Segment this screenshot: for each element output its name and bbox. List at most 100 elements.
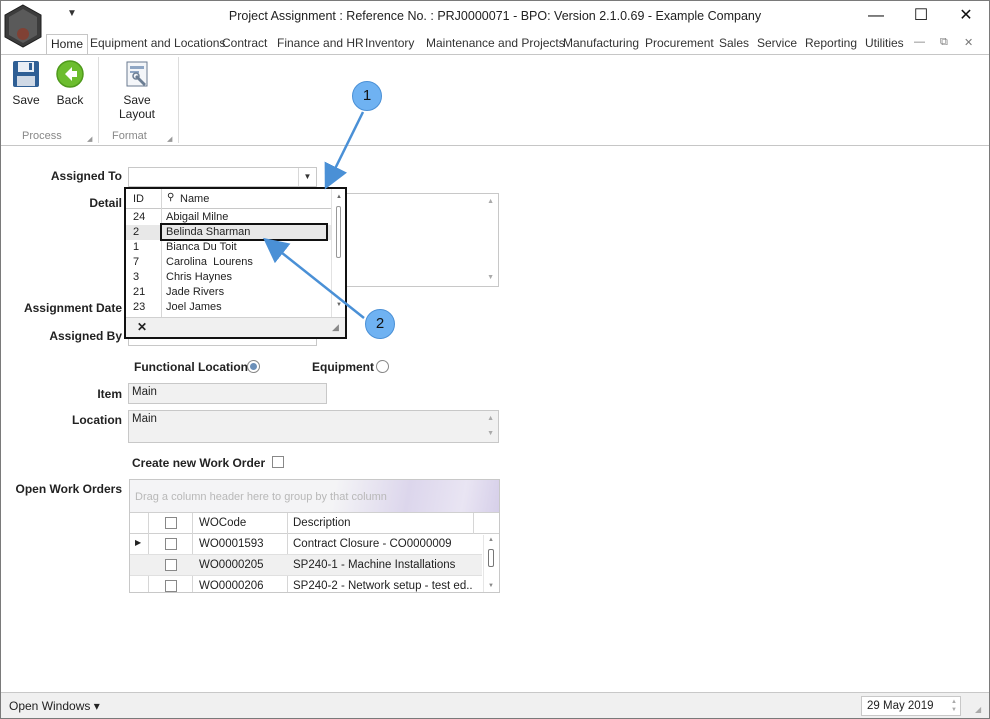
dropdown-id-cell: 3 bbox=[133, 271, 140, 283]
wocode-cell: WO0000205 bbox=[199, 559, 264, 571]
tab-service[interactable]: Service bbox=[757, 36, 797, 50]
tab-manufacturing[interactable]: Manufacturing bbox=[563, 36, 639, 50]
table-row[interactable]: WO0000205 SP240-1 - Machine Installation… bbox=[130, 555, 482, 576]
date-spin-icon[interactable]: ▲ ▼ bbox=[951, 698, 957, 714]
ribbon-panel: Save Back Save Layout Process ◢ Format ◢ bbox=[1, 54, 989, 146]
table-row[interactable]: WO0000206 SP240-2 - Network setup - test… bbox=[130, 576, 482, 592]
select-all-checkbox[interactable] bbox=[165, 517, 177, 529]
group-by-hint: Drag a column header here to group by th… bbox=[135, 491, 387, 503]
create-work-order-checkbox[interactable] bbox=[272, 456, 284, 468]
dropdown-name-cell: Chris Haynes bbox=[166, 271, 233, 283]
binoculars-icon[interactable]: ⚲ bbox=[167, 192, 174, 203]
open-work-orders-grid: Drag a column header here to group by th… bbox=[129, 479, 500, 593]
process-group-launcher-icon[interactable]: ◢ bbox=[87, 135, 92, 143]
scroll-down-icon[interactable]: ▼ bbox=[336, 302, 342, 308]
dropdown-column-id[interactable]: ID bbox=[133, 193, 144, 205]
row-checkbox[interactable] bbox=[165, 580, 177, 592]
tab-finance-and-hr[interactable]: Finance and HR bbox=[277, 36, 364, 50]
scroll-up-icon[interactable]: ▲ bbox=[488, 537, 494, 543]
minimize-button[interactable]: — bbox=[861, 5, 891, 27]
description-cell: Contract Closure - CO0000009 bbox=[293, 538, 452, 550]
tab-reporting[interactable]: Reporting bbox=[805, 36, 857, 50]
row-indicator-icon: ▶ bbox=[135, 538, 142, 547]
title-bar: ▼ Project Assignment : Reference No. : P… bbox=[1, 1, 989, 48]
dropdown-id-cell: 7 bbox=[133, 256, 140, 268]
dropdown-footer: ✕ ◢ bbox=[126, 317, 345, 337]
scrollbar-thumb[interactable] bbox=[488, 549, 494, 567]
grid-vertical-scrollbar[interactable]: ▲ ▼ bbox=[483, 535, 499, 592]
dropdown-column-divider bbox=[161, 189, 162, 209]
dropdown-name-cell: Abigail Milne bbox=[166, 211, 229, 223]
tab-contract[interactable]: Contract bbox=[222, 36, 267, 50]
assigned-to-label: Assigned To bbox=[50, 169, 122, 183]
column-header-description[interactable]: Description bbox=[293, 517, 351, 529]
row-checkbox[interactable] bbox=[165, 559, 177, 571]
scroll-down-icon[interactable]: ▼ bbox=[487, 274, 494, 281]
mdi-minimize-icon[interactable]: — bbox=[914, 36, 925, 48]
open-windows-menu[interactable]: Open Windows ▾ bbox=[9, 699, 100, 713]
group-by-panel[interactable]: Drag a column header here to group by th… bbox=[130, 480, 499, 513]
dropdown-row[interactable]: 24 Abigail Milne bbox=[126, 210, 331, 225]
dropdown-arrow-icon[interactable]: ▼ bbox=[298, 168, 316, 186]
dropdown-row[interactable]: 3 Chris Haynes bbox=[126, 270, 331, 285]
dropdown-row-selected[interactable]: 2 Belinda Sharman bbox=[126, 225, 331, 240]
dropdown-row[interactable]: 21 Jade Rivers bbox=[126, 285, 331, 300]
ribbon-separator bbox=[98, 57, 99, 143]
detail-label: Detail bbox=[89, 196, 122, 210]
tab-home[interactable]: Home bbox=[46, 34, 89, 56]
resize-grip-icon[interactable]: ◢ bbox=[332, 322, 339, 333]
format-group-launcher-icon[interactable]: ◢ bbox=[167, 135, 172, 143]
dropdown-row[interactable]: 7 Carolina Lourens bbox=[126, 255, 331, 270]
table-row[interactable]: ▶ WO0001593 Contract Closure - CO0000009 bbox=[130, 534, 482, 555]
resize-grip-icon[interactable]: ◢ bbox=[975, 705, 981, 714]
assigned-to-combo[interactable]: ▼ bbox=[128, 167, 317, 187]
tab-maintenance-and-projects[interactable]: Maintenance and Projects bbox=[426, 36, 565, 50]
ribbon-tabs: Home Equipment and Locations Contract Fi… bbox=[1, 33, 989, 56]
scroll-down-icon[interactable]: ▼ bbox=[488, 583, 494, 589]
back-button[interactable]: Back bbox=[53, 59, 87, 107]
scrollbar-thumb[interactable] bbox=[336, 206, 341, 258]
row-checkbox[interactable] bbox=[165, 538, 177, 550]
dropdown-name-cell: Joel James bbox=[166, 301, 222, 313]
floppy-disk-icon bbox=[13, 61, 39, 87]
format-group-label: Format bbox=[112, 130, 147, 142]
scroll-up-icon[interactable]: ▲ bbox=[487, 415, 494, 422]
tab-utilities[interactable]: Utilities bbox=[865, 36, 904, 50]
save-button[interactable]: Save bbox=[9, 59, 43, 107]
scroll-up-icon[interactable]: ▲ bbox=[487, 198, 494, 205]
dropdown-name-cell: Carolina Lourens bbox=[166, 256, 253, 268]
window-title: Project Assignment : Reference No. : PRJ… bbox=[228, 9, 762, 23]
dropdown-id-cell: 24 bbox=[133, 211, 146, 223]
mdi-restore-icon[interactable]: ⧉ bbox=[940, 36, 948, 49]
dropdown-column-name[interactable]: Name bbox=[180, 193, 209, 205]
close-button[interactable]: ✕ bbox=[951, 5, 981, 27]
scroll-up-icon[interactable]: ▲ bbox=[336, 194, 342, 200]
tab-procurement[interactable]: Procurement bbox=[645, 36, 714, 50]
dropdown-id-cell: 2 bbox=[133, 226, 140, 238]
wocode-cell: WO0000206 bbox=[199, 580, 264, 592]
create-work-order-label: Create new Work Order bbox=[132, 456, 266, 470]
callout-badge-1: 1 bbox=[352, 81, 382, 111]
tab-inventory[interactable]: Inventory bbox=[365, 36, 414, 50]
dropdown-row[interactable]: 23 Joel James bbox=[126, 300, 331, 315]
tab-equipment-and-locations[interactable]: Equipment and Locations bbox=[90, 36, 225, 50]
functional-location-radio[interactable] bbox=[247, 360, 260, 373]
location-label: Location bbox=[72, 413, 122, 427]
open-work-orders-label: Open Work Orders bbox=[15, 482, 122, 496]
equipment-radio[interactable] bbox=[376, 360, 389, 373]
dropdown-vertical-scrollbar[interactable]: ▲ ▼ bbox=[331, 189, 345, 317]
clear-selection-icon[interactable]: ✕ bbox=[137, 320, 147, 334]
status-date-field[interactable]: 29 May 2019 ▲ ▼ bbox=[861, 696, 961, 716]
scroll-down-icon[interactable]: ▼ bbox=[487, 430, 494, 437]
maximize-button[interactable]: ☐ bbox=[906, 5, 936, 27]
save-label: Save bbox=[12, 93, 40, 107]
item-field[interactable]: Main bbox=[128, 383, 327, 404]
app-logo-icon[interactable] bbox=[3, 4, 43, 48]
location-field[interactable]: Main ▲ ▼ bbox=[128, 410, 499, 443]
back-label: Back bbox=[56, 93, 84, 107]
column-header-wocode[interactable]: WOCode bbox=[199, 517, 246, 529]
mdi-close-icon[interactable]: ✕ bbox=[964, 36, 973, 49]
dropdown-row[interactable]: 1 Bianca Du Toit bbox=[126, 240, 331, 255]
tab-sales[interactable]: Sales bbox=[719, 36, 749, 50]
save-layout-button[interactable]: Save Layout bbox=[105, 59, 169, 121]
